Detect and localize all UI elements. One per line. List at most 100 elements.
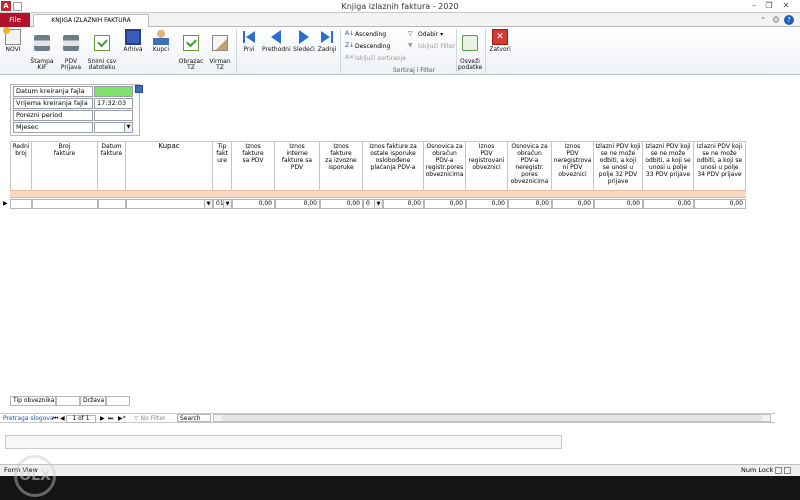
kupci-button[interactable]: Kupci [149,29,173,53]
no-filter-button[interactable]: ▽ No Filter [134,415,165,423]
cell-kupac-combo[interactable]: ▼ [126,199,213,209]
virman-tz-button[interactable]: Virman TZ [208,29,232,71]
sort-ascending-icon: A↓ [345,30,355,37]
cell-iznos-izvozne[interactable]: 0,00 [320,199,363,209]
ascending-button[interactable]: A↓ Ascending [345,30,386,38]
cell-osnovica-nereg[interactable]: 0,00 [508,199,552,209]
cell-tip-combo[interactable]: 01 ▼ [213,199,232,209]
ribbon-separator [456,29,457,73]
prev-record-nav-icon[interactable]: ◀ [60,415,65,423]
descending-button[interactable]: Z↓ Descending [345,42,390,50]
collapse-ribbon-icon[interactable]: ⌃ [758,15,768,25]
previous-record-icon [271,30,281,44]
close-window-button[interactable]: ✕ [780,1,792,11]
record-selector-icon[interactable]: ▶ [3,199,10,209]
datum-kreiranja-field[interactable] [94,86,133,97]
mjesec-combo[interactable]: ▼ [94,122,133,133]
column-header-kupac[interactable]: Kupac [126,141,213,190]
tip-obveznika-field[interactable] [56,396,80,406]
column-header-iznos-ostale[interactable]: Iznos fakture za ostale isporuke oslobođ… [363,141,424,190]
datasheet-view-icon[interactable] [784,467,791,474]
save-disk-icon [125,29,141,45]
status-bar: Form View Num Lock [0,464,800,476]
prvi-button[interactable]: Prvi [240,29,258,53]
toggle-filter-button[interactable]: ▼ Isključi Filter [408,42,455,50]
chevron-down-icon[interactable]: ▼ [223,200,231,208]
cell-ostale-code-combo[interactable]: 0 ▼ [363,199,383,209]
next-record-nav-icon[interactable]: ▶ [100,415,105,423]
cell-iznos-interne[interactable]: 0,00 [275,199,320,209]
printer-icon [34,35,50,51]
smiley-icon[interactable]: ☺ [771,15,781,25]
cell-osnovica-reg[interactable]: 0,00 [424,199,466,209]
restore-button[interactable]: ❐ [763,1,775,11]
search-input[interactable]: Search [177,414,211,422]
column-header-polje-34[interactable]: Izlazni PDV koji se ne može odbiti, a ko… [694,141,746,190]
cell-polje-34[interactable]: 0,00 [694,199,746,209]
column-header-polje-33[interactable]: Izlazni PDV koji se ne može odbiti, a ko… [643,141,694,190]
column-header-osnovica-reg[interactable]: Osnovica za obračun PDV-a registr.pores … [424,141,466,190]
chevron-down-icon[interactable]: ▼ [204,200,212,208]
obrazac-tz-button[interactable]: Obrazac TZ [177,29,205,71]
column-header-iznos-interne[interactable]: Iznos interne fakture sa PDV [275,141,320,190]
ribbon: NOVI Štampa KIF PDV Prijava Snimi csv da… [0,27,800,75]
pdv-prijava-button[interactable]: PDV Prijava [58,29,84,71]
snimi-csv-button[interactable]: Snimi csv datoteku [86,29,118,71]
zadnji-button[interactable]: Zadnji [317,29,337,53]
drzava-field[interactable] [106,396,130,406]
minimize-button[interactable]: – [748,1,760,11]
horizontal-scrollbar[interactable] [213,414,771,422]
first-record-icon [243,31,255,43]
vrijeme-kreiranja-field[interactable]: 17:32:03 [94,98,133,109]
navigator-label: Pretraga slogova [3,415,54,422]
cell-redni-broj[interactable] [10,199,32,209]
last-record-nav-icon[interactable]: ⏭ [108,415,113,423]
arhiva-button[interactable]: Arhiva [121,29,145,53]
novi-button[interactable]: NOVI [3,27,23,53]
remove-sort-icon: A✕ [345,54,355,61]
column-header-polje-32[interactable]: Izlazni PDV koji se ne može odbiti, a ko… [594,141,643,190]
column-header-pdv-reg[interactable]: Iznos PDV registrovani obveznici [466,141,508,190]
cell-datum-fakture[interactable] [98,199,126,209]
column-header-broj-fakture[interactable]: Broj fakture [32,141,98,190]
chevron-down-icon[interactable]: ▼ [374,200,382,208]
file-tab[interactable]: File [0,13,30,27]
column-header-iznos-izvozne[interactable]: Iznos fakture za izvozne isporuke [320,141,363,190]
column-header-redni-broj[interactable]: Redni broj [10,141,32,190]
sledeci-button[interactable]: Sledeći [292,29,316,53]
porezni-period-field[interactable] [94,110,133,121]
tab-knjiga-izlaznih-faktura[interactable]: KNJIGA IZLAZNIH FAKTURA [33,14,149,28]
drzava-label: Država [80,396,106,406]
column-header-osnovica-nereg[interactable]: Osnovica za obračun PDV-a neregistr. por… [508,141,552,190]
remove-sort-button[interactable]: A✕ Isključi sortiranje [345,54,406,62]
cell-polje-32[interactable]: 0,00 [594,199,643,209]
new-record-nav-icon[interactable]: ▶* [118,415,126,423]
cell-ostale-iznos[interactable]: 0,00 [383,199,424,209]
cell-pdv-nereg[interactable]: 0,00 [552,199,594,209]
chevron-down-icon[interactable]: ▼ [124,123,132,132]
scrollbar-thumb[interactable] [222,415,762,421]
column-header-iznos-sa-pdv[interactable]: Iznos fakture sa PDV [232,141,275,190]
close-icon: ✕ [492,29,508,45]
vrijeme-kreiranja-label: Vrijema kreiranja fajla [13,98,93,109]
cell-iznos-sa-pdv[interactable]: 0,00 [232,199,275,209]
column-header-datum-fakture[interactable]: Datum fakture [98,141,126,190]
form-check-icon [183,35,199,51]
form-view-icon[interactable] [775,467,782,474]
stampa-kif-button[interactable]: Štampa KIF [28,29,56,71]
osvezi-podatke-button[interactable]: Osveži podatke [458,29,482,71]
calendar-icon[interactable] [135,85,143,93]
cell-broj-fakture[interactable] [32,199,98,209]
cell-polje-33[interactable]: 0,00 [643,199,694,209]
column-header-tip-fakture[interactable]: Tip fakt ure [213,141,232,190]
record-position-input[interactable]: 1 of 1 [66,415,96,423]
prethodni-button[interactable]: Prethodni [262,29,291,53]
cell-pdv-reg[interactable]: 0,00 [466,199,508,209]
first-record-nav-icon[interactable]: ⏮ [53,415,58,423]
column-header-pdv-nereg[interactable]: Iznos PDV neregistrova ni PDV obveznici [552,141,594,190]
zatvori-button[interactable]: ✕ Zatvori [488,29,512,53]
bottom-panel [5,435,562,449]
selection-filter-icon: ▽ [408,30,413,37]
help-icon[interactable]: ? [784,15,794,25]
odabir-button[interactable]: ▽ Odabir ▾ [408,30,443,38]
